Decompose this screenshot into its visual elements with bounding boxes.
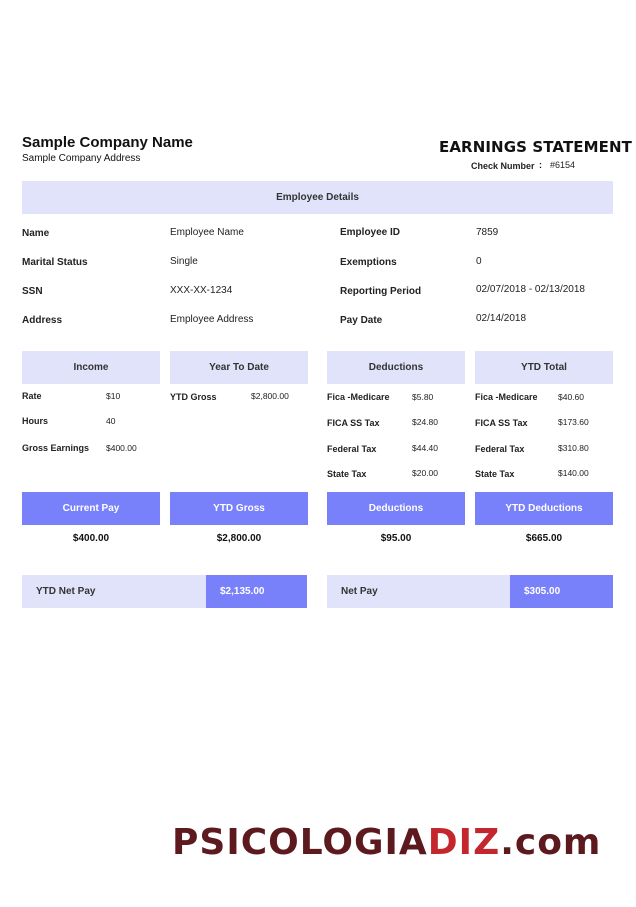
ytd-total-item-label: Federal Tax [475,444,525,454]
deduction-item-label: State Tax [327,469,367,479]
detail-value-exemptions: 0 [476,256,482,267]
ytd-item-label: YTD Gross [170,392,217,402]
deduction-item-value: $44.40 [412,443,438,453]
deductions-header: Deductions [327,351,465,384]
income-item-value: $400.00 [106,443,137,453]
detail-value-pay-date: 02/14/2018 [476,313,527,324]
deduction-item-value: $20.00 [412,468,438,478]
detail-label-marital-status: Marital Status [22,257,88,268]
detail-label-pay-date: Pay Date [340,315,383,326]
detail-label-address: Address [22,315,63,326]
check-number-colon: : [539,160,542,170]
detail-value-address: Employee Address [170,314,254,325]
ytd-total-item-label: State Tax [475,469,515,479]
detail-label-reporting-period: Reporting Period [340,286,422,297]
detail-label-name: Name [22,228,50,239]
ytd-deductions-header: YTD Deductions [475,492,613,525]
ytd-gross-header: YTD Gross [170,492,308,525]
detail-value-name: Employee Name [170,227,244,238]
income-header: Income [22,351,160,384]
net-pay-label: Net Pay [327,575,510,608]
ytd-item-value: $2,800.00 [251,391,289,401]
detail-value-marital-status: Single [170,256,198,267]
income-item-value: 40 [106,416,116,426]
statement-title: EARNINGS STATEMENT [439,138,632,156]
watermark-part: PSICOLOGIA [172,822,428,863]
deductions-summary-value: $95.00 [380,533,412,544]
company-name: Sample Company Name [22,134,193,151]
ytd-total-item-value: $173.60 [558,417,589,427]
watermark-part-highlight: DIZ [427,822,501,863]
current-pay-value: $400.00 [72,533,110,544]
deduction-item-label: FICA SS Tax [327,418,380,428]
detail-label-exemptions: Exemptions [340,257,397,268]
ytd-net-pay-value: $2,135.00 [206,575,307,608]
detail-value-reporting-period: 02/07/2018 - 02/13/2018 [476,284,585,295]
ytd-total-header: YTD Total [475,351,613,384]
income-item-label: Gross Earnings [22,443,90,453]
detail-value-employee-id: 7859 [476,227,499,238]
deductions-summary-header: Deductions [327,492,465,525]
deduction-item-label: Fica -Medicare [327,392,390,402]
deduction-item-value: $5.80 [412,392,434,402]
year-to-date-header: Year To Date [170,351,308,384]
detail-value-ssn: XXX-XX-1234 [170,285,233,296]
ytd-total-item-label: FICA SS Tax [475,418,528,428]
company-address: Sample Company Address [22,153,141,164]
ytd-gross-value: $2,800.00 [216,533,262,544]
deduction-item-label: Federal Tax [327,444,377,454]
watermark-logo: PSICOLOGIADIZ.com [172,822,601,863]
check-number-value: #6154 [550,160,576,170]
income-item-label: Hours [22,416,49,426]
detail-label-employee-id: Employee ID [340,227,401,238]
ytd-total-item-label: Fica -Medicare [475,392,538,402]
ytd-total-item-value: $140.00 [558,468,589,478]
watermark-part: .com [500,822,602,863]
ytd-deductions-value: $665.00 [525,533,563,544]
income-item-label: Rate [22,391,42,401]
detail-label-ssn: SSN [22,286,43,297]
current-pay-header: Current Pay [22,492,160,525]
employee-details-header: Employee Details [22,181,613,214]
ytd-net-pay-label: YTD Net Pay [22,575,206,608]
income-item-value: $10 [106,391,121,401]
ytd-total-item-value: $310.80 [558,443,589,453]
net-pay-value: $305.00 [510,575,613,608]
ytd-total-item-value: $40.60 [558,392,584,402]
check-number-label: Check Number [471,161,535,171]
deduction-item-value: $24.80 [412,417,438,427]
